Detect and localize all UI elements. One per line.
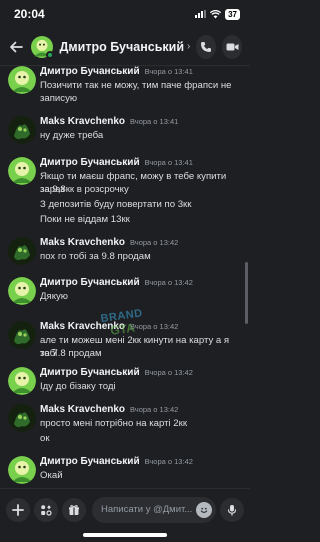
message-text: Іду до бізаку тоді: [40, 381, 116, 392]
message-author[interactable]: Дмитро Бучанський: [40, 277, 140, 288]
user-avatar[interactable]: [8, 404, 36, 432]
message-timestamp: Вчора о 13:41: [130, 117, 179, 126]
user-avatar[interactable]: [8, 277, 36, 305]
video-call-button[interactable]: [222, 34, 242, 59]
wifi-icon: [210, 9, 222, 18]
message-author[interactable]: Дмитро Бучанський: [40, 456, 140, 467]
plus-icon: [12, 503, 24, 516]
apps-button[interactable]: [34, 497, 58, 522]
chevron-right-icon[interactable]: ›: [187, 41, 190, 52]
user-avatar[interactable]: [8, 157, 36, 185]
green-avatar-icon: [8, 157, 36, 185]
message-meta: Дмитро Бучанський Вчора о 13:42: [40, 456, 193, 467]
message-meta: Maks Kravchenko Вчора о 13:41: [40, 116, 178, 127]
message-input[interactable]: Написати у @Дмит...: [92, 496, 216, 523]
message-timestamp: Вчора о 13:42: [144, 278, 193, 287]
message-text: за 9,8кк в розсрочку: [40, 184, 129, 195]
gift-button[interactable]: [62, 497, 86, 522]
user-avatar[interactable]: [8, 237, 36, 265]
message-meta: Maks Kravchenko Вчора о 13:42: [40, 237, 178, 248]
message-text: просто мені потрібно на карті 2кк: [40, 418, 188, 429]
message-meta: Дмитро Бучанський Вчора о 13:41: [40, 66, 193, 77]
header-title[interactable]: Дмитро Бучанський: [60, 40, 185, 54]
message-composer: Написати у @Дмит...: [0, 488, 250, 530]
message-text: пох го тобі за 9.8 продам: [40, 251, 151, 262]
message-text: ок: [40, 433, 50, 444]
back-button[interactable]: [8, 37, 25, 57]
status-time: 20:04: [14, 7, 45, 21]
green-avatar-icon: [8, 367, 36, 395]
green-avatar-icon: [8, 66, 36, 94]
message-timestamp: Вчора о 13:42: [130, 238, 179, 247]
smiley-icon: [200, 507, 208, 513]
message-meta: Дмитро Бучанський Вчора о 13:42: [40, 367, 193, 378]
message-timestamp: Вчора о 13:42: [144, 457, 193, 466]
message-author[interactable]: Дмитро Бучанський: [40, 66, 140, 77]
status-icons: 37: [195, 8, 240, 20]
user-avatar[interactable]: [8, 66, 36, 94]
message-author[interactable]: Дмитро Бучанський: [40, 157, 140, 168]
message-text: Дякую: [40, 291, 68, 302]
message-author[interactable]: Maks Kravchenko: [40, 404, 125, 415]
header-avatar[interactable]: [30, 35, 54, 59]
dark-avatar-icon: [8, 116, 36, 144]
message-text: за 7.8 продам: [40, 348, 102, 359]
arrow-left-icon: [10, 41, 24, 52]
user-avatar[interactable]: [8, 321, 36, 349]
message-text: Позичити так не можу, тим паче фрапси не: [40, 80, 232, 91]
user-avatar[interactable]: [8, 456, 36, 484]
apps-icon: [41, 504, 52, 516]
voice-message-button[interactable]: [220, 497, 244, 522]
home-indicator[interactable]: [83, 533, 167, 537]
message-text: Поки не віддам 13кк: [40, 214, 130, 225]
message-timestamp: Вчора о 13:41: [144, 158, 193, 167]
message-text: записую: [40, 93, 78, 104]
message-meta: Maks Kravchenko Вчора о 13:42: [40, 404, 178, 415]
voice-call-button[interactable]: [196, 34, 217, 59]
dark-avatar-icon: [8, 404, 36, 432]
user-avatar[interactable]: [8, 116, 36, 144]
message-timestamp: Вчора о 13:42: [130, 405, 179, 414]
green-avatar-icon: [8, 277, 36, 305]
message-input-placeholder: Написати у @Дмит...: [101, 504, 193, 515]
user-avatar[interactable]: [8, 367, 36, 395]
message-author[interactable]: Maks Kravchenko: [40, 116, 125, 127]
message-meta: Дмитро Бучанський Вчора о 13:41: [40, 157, 193, 168]
message-timestamp: Вчора о 13:41: [144, 67, 193, 76]
gift-icon: [69, 504, 79, 515]
scrollbar[interactable]: [245, 262, 248, 324]
message-text: Окай: [40, 470, 63, 481]
message-meta: Дмитро Бучанський Вчора о 13:42: [40, 277, 193, 288]
dark-avatar-icon: [8, 237, 36, 265]
status-bar: 20:04 37: [0, 0, 250, 28]
add-attachment-button[interactable]: [6, 497, 30, 522]
message-author[interactable]: Дмитро Бучанський: [40, 367, 140, 378]
message-list[interactable]: Дмитро Бучанський Вчора о 13:41 Позичити…: [0, 66, 250, 488]
message-author[interactable]: Maks Kravchenko: [40, 237, 125, 248]
message-text: З депозитів буду повертати по 3кк: [40, 199, 192, 210]
phone-icon: [201, 41, 212, 52]
video-icon: [226, 43, 239, 50]
signal-icon: [195, 10, 207, 18]
online-status-icon: [45, 50, 54, 59]
message-text: ну дуже треба: [40, 130, 104, 141]
emoji-button[interactable]: [196, 501, 212, 518]
green-avatar-icon: [8, 456, 36, 484]
chat-header: Дмитро Бучанський ›: [0, 28, 250, 66]
microphone-icon: [227, 504, 237, 516]
dark-avatar-icon: [8, 321, 36, 349]
message-timestamp: Вчора о 13:42: [144, 368, 193, 377]
battery-icon: 37: [225, 8, 240, 20]
